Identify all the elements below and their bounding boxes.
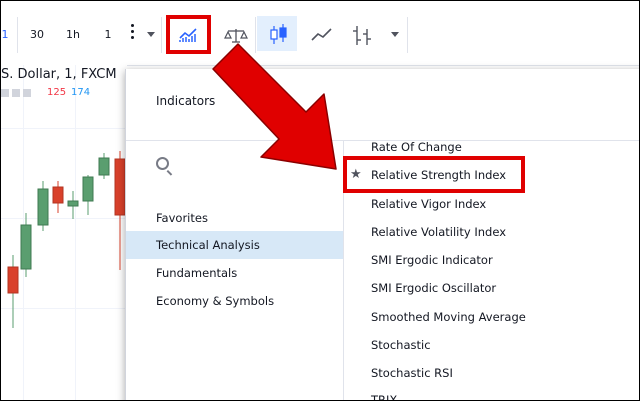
arrow-shape — [212, 43, 337, 170]
app-window: 1 30 1h 1 S. Dollar, 1, FXCM 125 174 Ind… — [0, 0, 640, 401]
red-arrow-annotation — [212, 43, 337, 170]
